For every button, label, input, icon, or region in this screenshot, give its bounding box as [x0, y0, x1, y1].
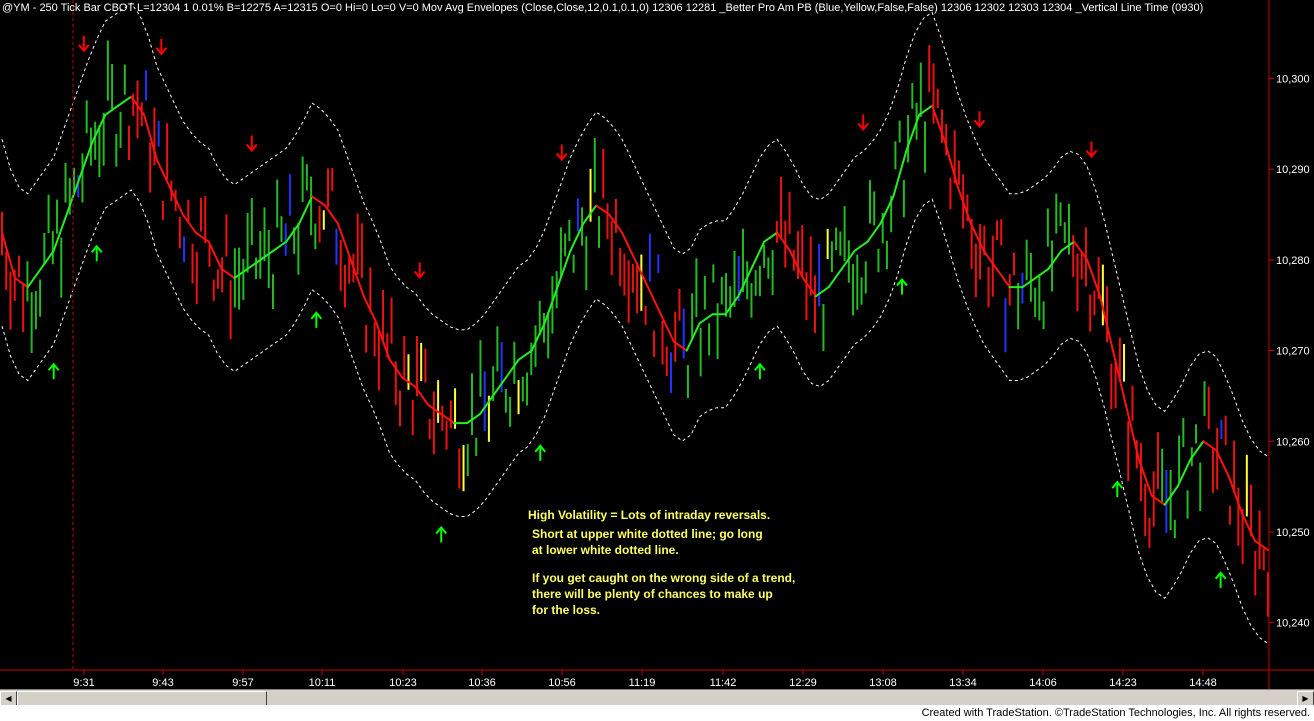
x-tick-label: 14:06 — [1029, 677, 1057, 689]
annotation-short-long: Short at upper white dotted line; go lon… — [532, 527, 763, 557]
x-tick-label: 14:23 — [1109, 677, 1137, 689]
x-tick-label: 10:36 — [468, 677, 496, 689]
y-tick-label: 10,240 — [1276, 618, 1310, 630]
x-tick-label: 11:42 — [710, 677, 737, 689]
horizontal-scrollbar[interactable]: ◀ ▶ — [0, 689, 1314, 706]
x-tick-label: 11:19 — [629, 677, 656, 689]
x-tick-label: 12:29 — [789, 677, 817, 689]
y-tick-label: 10,250 — [1276, 527, 1310, 539]
annotation-high-volatility: High Volatility = Lots of intraday rever… — [528, 508, 771, 522]
chevron-right-icon: ▶ — [1302, 694, 1309, 703]
chevron-left-icon: ◀ — [5, 694, 12, 703]
y-tick-label: 10,300 — [1276, 73, 1310, 85]
scroll-left-button[interactable]: ◀ — [0, 691, 17, 706]
scrollbar-thumb[interactable] — [17, 691, 267, 706]
x-tick-label: 10:56 — [548, 677, 576, 689]
x-tick-label: 9:43 — [152, 677, 173, 689]
y-tick-label: 10,280 — [1276, 255, 1310, 267]
annotation-wrong-side: If you get caught on the wrong side of a… — [532, 571, 796, 617]
scroll-right-button[interactable]: ▶ — [1297, 691, 1314, 706]
x-tick-label: 14:48 — [1189, 677, 1217, 689]
x-tick-label: 9:31 — [73, 677, 94, 689]
chart-title-bar: @YM - 250 Tick Bar CBOT L=12304 1 0.01% … — [2, 2, 1204, 14]
footer-credit: Created with TradeStation. ©TradeStation… — [921, 707, 1310, 719]
y-tick-label: 10,260 — [1276, 436, 1310, 448]
footer: Created with TradeStation. ©TradeStation… — [0, 705, 1314, 721]
y-tick-label: 10,270 — [1276, 346, 1310, 358]
x-tick-label: 9:57 — [232, 677, 253, 689]
x-tick-label: 10:11 — [309, 677, 336, 689]
x-tick-label: 13:08 — [869, 677, 897, 689]
y-tick-label: 10,290 — [1276, 164, 1310, 176]
x-tick-label: 13:34 — [949, 677, 977, 689]
x-tick-label: 10:23 — [389, 677, 417, 689]
